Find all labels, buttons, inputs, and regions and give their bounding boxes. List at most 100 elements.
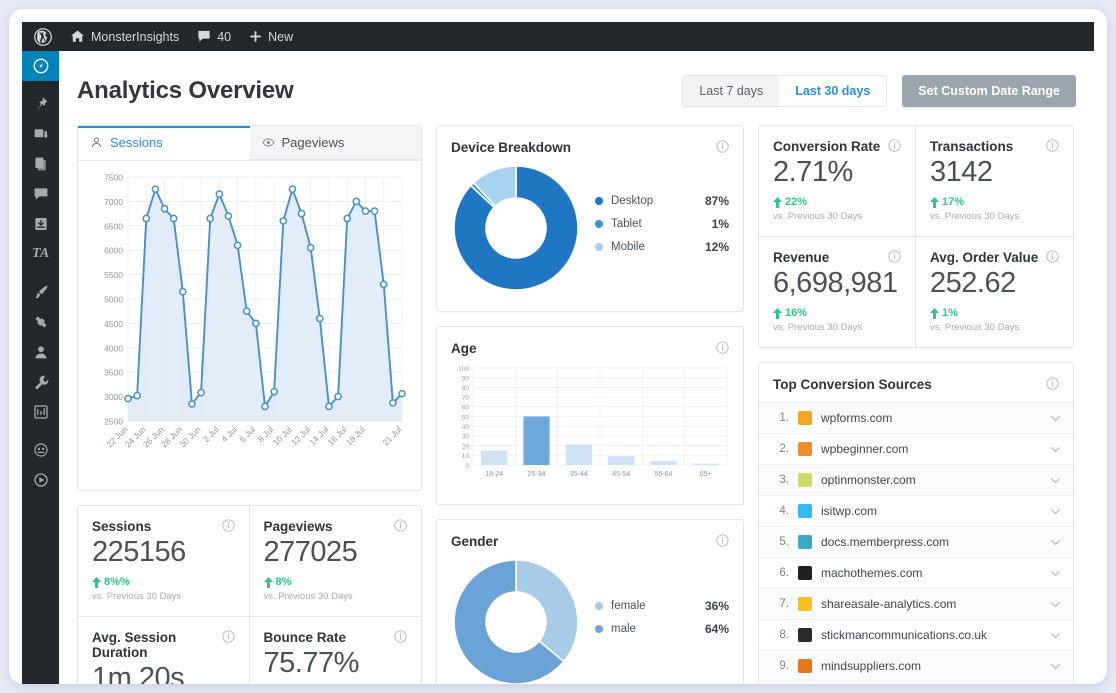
conversion-sources-list: 1. wpforms.com 2. wpbeginner.com 3. optinmons… [759,403,1073,684]
info-icon[interactable] [394,630,407,643]
chevron-down-icon[interactable] [1050,413,1061,424]
stat-sub: vs. Previous 30 Days [263,591,353,602]
svg-text:100: 100 [458,366,469,373]
tab-pageviews[interactable]: Pageviews [249,126,421,160]
stat-delta: 16% [773,307,901,319]
wp-logo-menu[interactable] [22,22,61,51]
stat-delta: 17% [930,196,1059,208]
pages-icon [34,157,46,171]
list-item[interactable]: 2. wpbeginner.com [759,434,1073,465]
legend-color-dot [595,602,603,610]
stat-sub: vs. Previous 30 Days [930,211,1020,222]
set-custom-date-range-button[interactable]: Set Custom Date Range [902,75,1076,107]
stat-delta-value: 22% [785,196,808,208]
list-item[interactable]: 3. optinmonster.com [759,465,1073,496]
range-last-30-days[interactable]: Last 30 days [779,76,887,106]
stat-sub: vs. Previous 30 Days [930,322,1020,333]
info-icon[interactable] [888,139,901,152]
favicon-icon [798,504,812,518]
stat-value: 225156 [92,536,186,568]
sidebar-item-import[interactable] [22,209,59,239]
chevron-down-icon[interactable] [1050,444,1061,455]
chevron-down-icon[interactable] [1050,630,1061,641]
card-title: Gender [451,534,499,549]
new-label: New [268,29,294,44]
favicon-icon [798,473,812,487]
stat-delta: 8% [263,576,408,588]
dashboard-icon [33,58,48,74]
sidebar-item-tools[interactable] [22,367,59,397]
svg-text:90: 90 [462,376,470,383]
list-item-domain: wpbeginner.com [821,442,909,456]
chevron-down-icon[interactable] [1050,599,1061,610]
info-icon[interactable] [716,534,729,547]
chevron-down-icon[interactable] [1050,661,1061,672]
sidebar-item-comments[interactable] [22,179,59,209]
list-item-rank: 6. [779,567,789,579]
list-item[interactable]: 5. docs.memberpress.com [759,527,1073,558]
device-breakdown-card: Device Breakdown Desktop 87% Tablet 1% Mobil… [436,125,744,312]
sidebar-item-collapse[interactable] [22,465,59,495]
sidebar-item-insights[interactable] [22,435,59,465]
svg-text:12 Jul: 12 Jul [289,424,312,447]
svg-text:10 Jul: 10 Jul [271,424,294,447]
comment-icon [34,188,47,200]
chevron-down-icon[interactable] [1050,568,1061,579]
info-icon[interactable] [716,140,729,153]
list-item-rank: 7. [779,598,789,610]
wp-admin-bar: MonsterInsights 40 New [22,22,1094,51]
card-title: Age [451,341,477,356]
sidebar-item-dashboard[interactable] [22,51,66,81]
svg-text:4 Jul: 4 Jul [219,424,239,444]
list-item[interactable]: 8. stickmancommunications.co.uk [759,620,1073,651]
download-icon [34,218,47,230]
list-item[interactable]: 6. machothemes.com [759,558,1073,589]
sidebar-item-settings[interactable] [22,397,59,427]
info-icon[interactable] [221,630,235,643]
info-icon[interactable] [888,250,901,263]
sidebar-item-plugins[interactable] [22,307,59,337]
list-item[interactable]: 10.workforcexl.co [759,682,1073,684]
legend-value: 12% [704,239,729,254]
list-item[interactable]: 9. mindsuppliers.com [759,651,1073,682]
comments-menu[interactable]: 40 [188,22,240,51]
wordpress-icon [34,27,52,46]
list-item[interactable]: 4. isitwp.com [759,496,1073,527]
stat-label: Avg. Order Value [930,250,1039,265]
info-icon[interactable] [1046,250,1059,263]
device-donut-area: Desktop 87% Tablet 1% Mobile 12% [437,157,743,311]
svg-text:6000: 6000 [104,246,123,256]
info-icon[interactable] [394,519,407,532]
info-icon[interactable] [1046,139,1059,152]
list-item-rank: 9. [779,660,789,672]
plug-icon [34,316,47,328]
comment-icon [198,30,210,42]
list-item-domain: machothemes.com [821,566,923,580]
favicon-icon [798,535,812,549]
info-icon[interactable] [716,341,729,354]
chevron-down-icon[interactable] [1050,506,1061,517]
favicon-icon [798,628,812,642]
sidebar-item-typography[interactable]: TA [22,239,59,269]
chevron-down-icon[interactable] [1050,475,1061,486]
gender-card: Gender female 36% male 64% [436,519,744,684]
sidebar-item-posts[interactable] [22,89,59,119]
pin-icon [37,97,47,111]
list-item[interactable]: 1. wpforms.com [759,403,1073,434]
svg-text:18 Jul: 18 Jul [344,424,367,447]
range-last-7-days[interactable]: Last 7 days [683,76,780,106]
sliders-icon [33,405,48,419]
svg-text:45-54: 45-54 [612,471,630,478]
info-icon[interactable] [1046,377,1059,390]
info-icon[interactable] [221,519,235,532]
sidebar-item-media[interactable] [22,119,59,149]
sidebar-item-users[interactable] [22,337,59,367]
new-content-menu[interactable]: New [240,22,302,51]
stat-label: Bounce Rate [263,630,347,645]
site-name-menu[interactable]: MonsterInsights [61,22,188,51]
chevron-down-icon[interactable] [1050,537,1061,548]
sidebar-item-appearance[interactable] [22,277,59,307]
sidebar-item-pages[interactable] [22,149,59,179]
tab-sessions[interactable]: Sessions [78,126,250,160]
list-item[interactable]: 7. shareasale-analytics.com [759,589,1073,620]
